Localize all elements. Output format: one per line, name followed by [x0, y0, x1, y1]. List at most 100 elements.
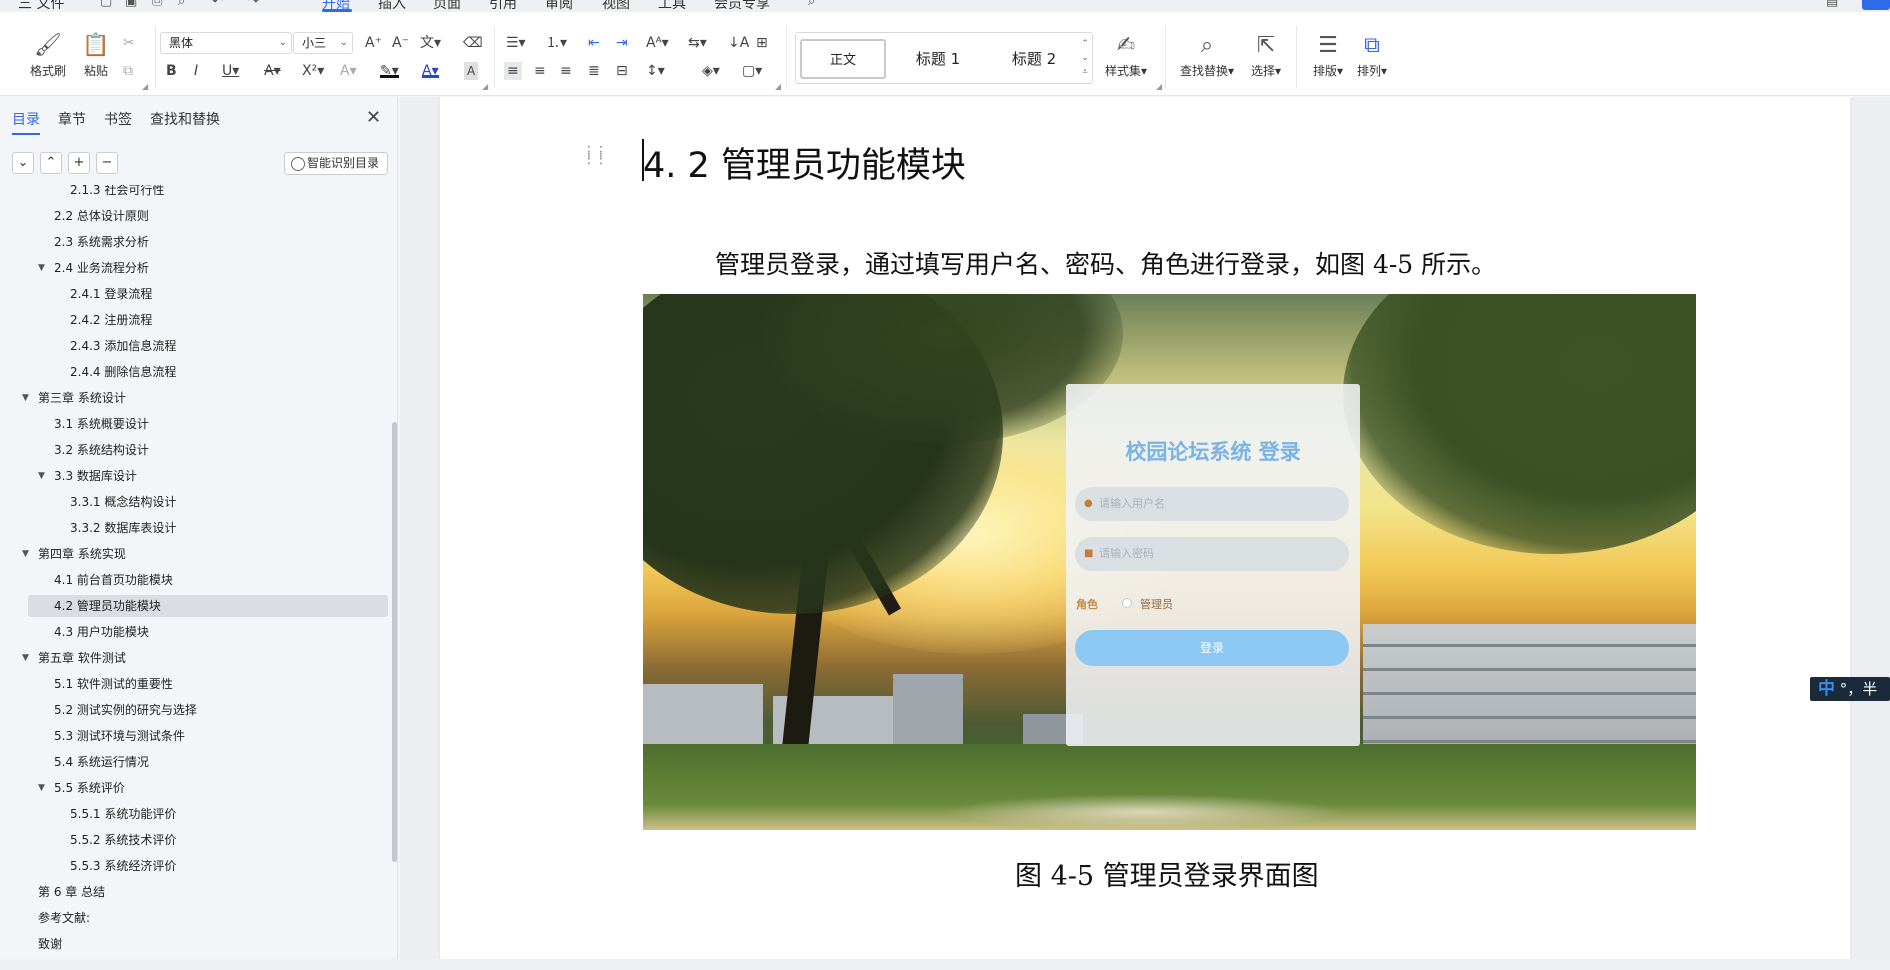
toc-item[interactable]: 2.4.4 删除信息流程	[28, 361, 388, 383]
tab-view[interactable]: 视图	[602, 0, 630, 12]
font-size-select[interactable]: 小三 ⌄	[293, 32, 353, 54]
clipboard-launcher-icon[interactable]: ◢	[142, 82, 148, 91]
shading-icon[interactable]: ◈▾	[702, 62, 720, 80]
add-heading-button[interactable]: +	[68, 152, 90, 174]
decrease-indent-icon[interactable]: ⇤	[588, 34, 600, 52]
toc-item[interactable]: 3.3.2 数据库表设计	[28, 517, 388, 539]
tab-toc[interactable]: 目录	[12, 109, 40, 129]
paragraph-launcher-icon[interactable]: ◢	[775, 82, 781, 91]
file-menu[interactable]: 三 文件	[18, 0, 64, 12]
tab-member[interactable]: 会员专享	[714, 0, 770, 12]
toc-item[interactable]: ▼ 第四章 系统实现	[22, 543, 388, 565]
show-marks-icon[interactable]: ⊞	[756, 34, 768, 52]
italic-icon[interactable]: I	[194, 62, 198, 80]
numbered-list-icon[interactable]: ⒈▾	[546, 34, 567, 52]
smart-toc-button[interactable]: 智能识别目录	[284, 152, 388, 175]
toc-item[interactable]: 4.2 管理员功能模块	[28, 595, 388, 617]
save-icon[interactable]: ▢	[100, 0, 112, 9]
toc-item[interactable]: 5.5.1 系统功能评价	[28, 803, 388, 825]
toc-item[interactable]: 2.3 系统需求分析	[28, 231, 388, 253]
toc-item[interactable]: ▼ 第五章 软件测试	[22, 647, 388, 669]
font-launcher-icon[interactable]: ◢	[482, 82, 488, 91]
text-effect-icon[interactable]: A▾	[340, 62, 357, 80]
sort-icon[interactable]: ↓A	[728, 34, 749, 52]
toc-item[interactable]: 4.1 前台首页功能模块	[28, 569, 388, 591]
tab-insert[interactable]: 插入	[378, 0, 406, 12]
toc-item[interactable]: 5.2 测试实例的研究与选择	[28, 699, 388, 721]
arrange-button[interactable]: ⧉ 排列▾	[1348, 32, 1396, 79]
tab-chapters[interactable]: 章节	[58, 109, 86, 129]
distributed-icon[interactable]: ⊟	[616, 62, 628, 80]
expand-arrow-icon[interactable]: ▼	[22, 647, 29, 669]
increase-font-icon[interactable]: A⁺	[365, 34, 382, 52]
close-icon[interactable]: ✕	[366, 107, 381, 128]
toc-item[interactable]: 5.5.2 系统技术评价	[28, 829, 388, 851]
tab-page[interactable]: 页面	[433, 0, 461, 12]
underline-icon[interactable]: U▾	[222, 62, 239, 80]
align-right-icon[interactable]: ≡	[560, 62, 572, 80]
toc-item[interactable]: ▼ 第三章 系统设计	[22, 387, 388, 409]
toc-item[interactable]: 2.4.1 登录流程	[28, 283, 388, 305]
drag-handle-icon[interactable]: ⋮⋮ ⋮⋮	[582, 145, 608, 166]
export-icon[interactable]: ▣	[125, 0, 137, 9]
highlight-color-icon[interactable]: ✎▾	[380, 62, 399, 79]
toc-item[interactable]: 2.1.3 社会可行性	[28, 185, 388, 201]
tab-tools[interactable]: 工具	[658, 0, 686, 12]
change-case-icon[interactable]: Aᴬ▾	[646, 34, 669, 52]
figure-caption[interactable]: 图 4-5 管理员登录界面图	[1015, 854, 1319, 893]
expand-arrow-icon[interactable]: ▼	[22, 543, 29, 565]
superscript-icon[interactable]: X²▾	[302, 62, 324, 80]
sidebar-scrollbar[interactable]	[392, 422, 397, 862]
section-heading[interactable]: 4. 2 管理员功能模块	[643, 137, 966, 188]
font-color-icon[interactable]: A▾	[422, 62, 439, 79]
style-set-button[interactable]: ✍ 样式集▾	[1102, 32, 1150, 79]
style-heading-1[interactable]: 标题 1	[892, 39, 984, 79]
tab-find-replace[interactable]: 查找和替换	[150, 109, 220, 129]
figure-image[interactable]: 校园论坛系统 登录 ● 请输入用户名 ■ 请输入密码 角色 管理员 登录	[643, 294, 1696, 830]
window-icon[interactable]: ▤	[1826, 0, 1838, 9]
tab-bookmarks[interactable]: 书签	[104, 109, 132, 129]
print-preview-icon[interactable]: ⌕	[178, 0, 185, 9]
line-spacing-icon[interactable]: ↕▾	[646, 62, 665, 80]
layout-button[interactable]: ☰ 排版▾	[1304, 32, 1352, 79]
increase-indent-icon[interactable]: ⇥	[616, 34, 628, 52]
toc-item[interactable]: 5.4 系统运行情况	[28, 751, 388, 773]
paste-button[interactable]: 📋 粘贴	[72, 32, 120, 79]
move-up-button[interactable]: ⌃	[40, 152, 62, 174]
toc-item[interactable]: 2.4.3 添加信息流程	[28, 335, 388, 357]
body-paragraph[interactable]: 管理员登录，通过填写用户名、密码、角色进行登录，如图 4-5 所示。	[715, 245, 1496, 281]
style-gallery-scroll[interactable]: ⌃ ⌄ ⩡	[1080, 37, 1090, 79]
format-painter-button[interactable]: 🖌 格式刷	[24, 32, 72, 79]
borders-icon[interactable]: ▢▾	[742, 62, 762, 80]
expand-arrow-icon[interactable]: ▼	[38, 465, 45, 487]
expand-arrow-icon[interactable]: ▼	[38, 777, 45, 799]
toc-item[interactable]: 2.4.2 注册流程	[28, 309, 388, 331]
toc-item[interactable]: 3.3.1 概念结构设计	[28, 491, 388, 513]
copy-icon[interactable]: ⧉	[123, 62, 133, 80]
toc-item[interactable]: 致谢	[28, 933, 388, 955]
share-button[interactable]	[1862, 0, 1890, 10]
toc-item[interactable]: 3.2 系统结构设计	[28, 439, 388, 461]
toc-item[interactable]: 5.5.3 系统经济评价	[28, 855, 388, 877]
bold-icon[interactable]: B	[166, 62, 177, 80]
style-normal[interactable]: 正文	[800, 39, 886, 79]
strikethrough-icon[interactable]: A▾	[264, 62, 281, 80]
char-shading-icon[interactable]: A	[464, 62, 479, 80]
select-button[interactable]: ⇱ 选择▾	[1242, 32, 1290, 79]
toc-item[interactable]: 3.1 系统概要设计	[28, 413, 388, 435]
remove-heading-button[interactable]: −	[96, 152, 118, 174]
redo-icon[interactable]: ↷	[248, 0, 259, 9]
undo-icon[interactable]: ↶	[212, 0, 223, 9]
cut-icon[interactable]: ✂	[123, 34, 135, 52]
justify-icon[interactable]: ≣	[588, 62, 600, 80]
bullet-list-icon[interactable]: ☰▾	[506, 34, 526, 52]
toc-item[interactable]: 第 6 章 总结	[28, 881, 388, 903]
font-name-select[interactable]: 黑体 ⌄	[160, 32, 292, 54]
ime-indicator[interactable]: 中 °，半	[1810, 677, 1890, 701]
toc-item[interactable]: 2.2 总体设计原则	[28, 205, 388, 227]
search-icon[interactable]: ⌕	[808, 0, 815, 9]
style-heading-2[interactable]: 标题 2	[988, 39, 1080, 79]
align-left-icon[interactable]: ≡	[504, 62, 522, 80]
text-direction-icon[interactable]: ⇆▾	[688, 34, 707, 52]
print-icon[interactable]: ⎙	[152, 0, 162, 9]
